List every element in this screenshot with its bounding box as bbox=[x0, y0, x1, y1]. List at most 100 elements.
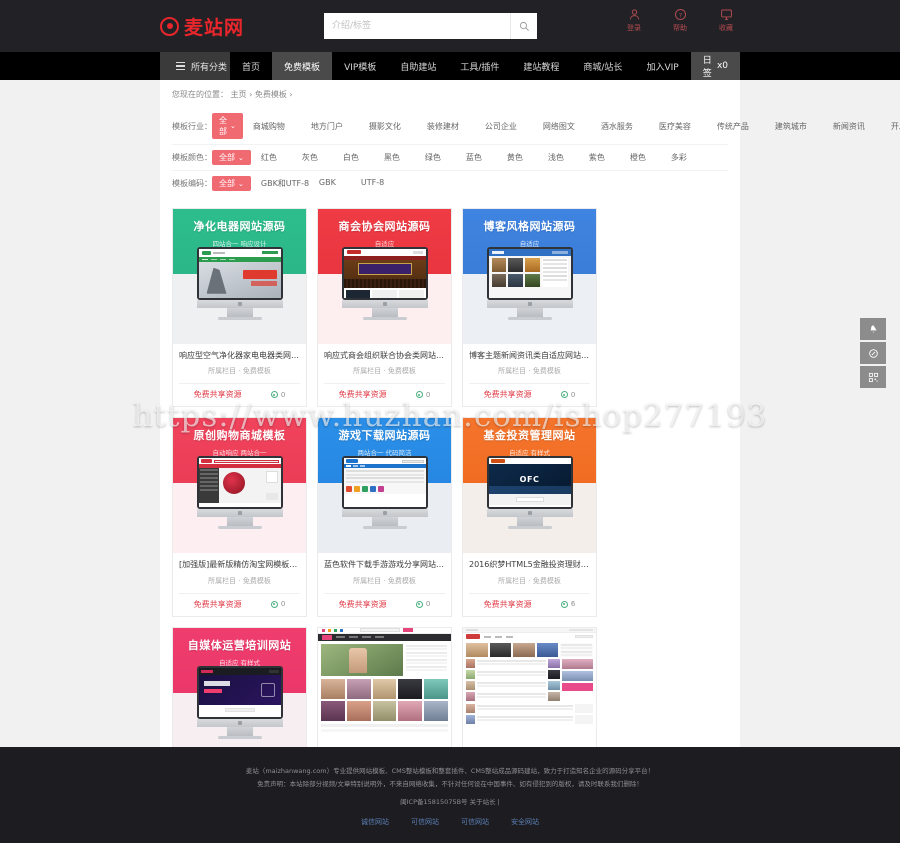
nav-item-tutorials[interactable]: 建站教程 bbox=[511, 52, 571, 80]
filter-option[interactable]: 网络图文 bbox=[543, 121, 601, 132]
search-input[interactable] bbox=[324, 13, 510, 39]
filter-option[interactable]: 商城购物 bbox=[253, 121, 311, 132]
filter-option[interactable]: 医疗美容 bbox=[659, 121, 717, 132]
site-logo[interactable]: 麦站网 bbox=[160, 13, 244, 40]
toolbar-qrcode[interactable] bbox=[860, 366, 886, 388]
header-action-collect[interactable]: 收藏 bbox=[712, 8, 740, 33]
card-title: 蓝色软件下载手游游戏分享网站织梦… bbox=[324, 560, 445, 570]
filter-option[interactable]: 摄影文化 bbox=[369, 121, 427, 132]
filter-option[interactable]: 绿色 bbox=[425, 152, 466, 163]
eye-icon bbox=[270, 600, 278, 608]
nav-item-label: 免费模板 bbox=[284, 62, 321, 73]
imac-mockup bbox=[196, 246, 283, 320]
filter-all-label: 全部 bbox=[219, 116, 227, 136]
footer-link-4[interactable]: 安全网站 bbox=[511, 817, 539, 827]
filter-option[interactable]: 黑色 bbox=[384, 152, 425, 163]
nav-daily-signin[interactable]: 今日签到 x0 bbox=[690, 43, 740, 92]
footer-link-3[interactable]: 可信网站 bbox=[461, 817, 489, 827]
filter-option[interactable]: 蓝色 bbox=[466, 152, 507, 163]
card-price: 免费共享资源 bbox=[193, 390, 242, 400]
card-thumbnail bbox=[318, 627, 451, 763]
filter-option[interactable]: 开发通用 bbox=[891, 121, 900, 132]
filter-option[interactable]: UTF-8 bbox=[361, 178, 403, 189]
card-meta: 所属栏目 · 免费模板 bbox=[208, 367, 271, 376]
filter-option[interactable]: 地方门户 bbox=[311, 121, 369, 132]
card-meta: 所属栏目 · 免费模板 bbox=[353, 367, 416, 376]
nav-item-self-build[interactable]: 自助建站 bbox=[388, 52, 448, 80]
card-thumbnail bbox=[463, 627, 596, 763]
filter-all-label: 全部 bbox=[219, 153, 235, 162]
card-banner-title: 商会协会网站源码 bbox=[338, 220, 431, 233]
filter-option[interactable]: 新闻资讯 bbox=[833, 121, 891, 132]
template-card[interactable]: 博客风格网站源码 自适应 博客主题新闻资讯类自适应网站织 所属栏目 · 免费模板… bbox=[462, 208, 597, 408]
filter-option[interactable]: 黄色 bbox=[507, 152, 548, 163]
filter-option[interactable]: 酒水服务 bbox=[601, 121, 659, 132]
template-card[interactable]: 游戏下载网站源码 两站合一 代码简洁 蓝色软件下载手游游戏分享网站织 所属栏目 … bbox=[317, 417, 452, 617]
imac-mockup bbox=[341, 246, 428, 320]
imac-mockup bbox=[486, 246, 573, 320]
template-card[interactable]: 商会协会网站源码 自适应 响应式商会组织联合协会类网站织 所属栏目 · 免费模板… bbox=[317, 208, 452, 408]
filter-option[interactable]: GBK bbox=[319, 178, 361, 189]
template-card[interactable]: 基金投资管理网站 自适应 有样式 OFC 2016织梦HTML5金融投资理财公 … bbox=[462, 417, 597, 617]
filter-option[interactable]: 公司企业 bbox=[485, 121, 543, 132]
filter-all-industry[interactable]: 全部 ⌄ bbox=[212, 113, 243, 139]
bell-icon bbox=[869, 324, 877, 332]
filter-all-encoding[interactable]: 全部 ⌄ bbox=[212, 176, 251, 191]
filter-option[interactable]: GBK和UTF-8 bbox=[261, 178, 319, 189]
search-box[interactable] bbox=[324, 13, 537, 39]
card-banner-title: 基金投资管理网站 bbox=[483, 429, 576, 443]
card-views-count: 6 bbox=[570, 600, 576, 609]
filter-option[interactable]: 传统产品 bbox=[717, 121, 775, 132]
filter-all-color[interactable]: 全部 ⌄ bbox=[212, 150, 251, 165]
filter-option[interactable]: 装修建材 bbox=[427, 121, 485, 132]
filter-option[interactable]: 红色 bbox=[261, 152, 302, 163]
filter-option[interactable]: 灰色 bbox=[302, 152, 343, 163]
card-title: 响应型空气净化器家电电器类网站织… bbox=[179, 351, 300, 360]
filter-all-label: 全部 bbox=[219, 179, 235, 188]
template-card[interactable]: 原创购物商城模板 自动响应 两站合一 [加强版]最新版精仿淘宝网模板下载… 所属… bbox=[172, 417, 307, 617]
header-action-login[interactable]: 登录 bbox=[620, 8, 648, 33]
card-thumbnail: 净化电器网站源码 四站合一 响应设计 bbox=[173, 209, 306, 344]
filter-option[interactable]: 白色 bbox=[343, 152, 384, 163]
filter-option[interactable]: 多彩 bbox=[671, 152, 712, 163]
filter-option[interactable]: 浅色 bbox=[548, 152, 589, 163]
filter-option[interactable]: 建筑城市 bbox=[775, 121, 833, 132]
filter-option[interactable]: 紫色 bbox=[589, 152, 630, 163]
search-button[interactable] bbox=[510, 13, 537, 39]
template-card[interactable]: 净化电器网站源码 四站合一 响应设计 响应型空气净化器家电电器类网站 所属栏目 … bbox=[172, 208, 307, 408]
filter-row-color: 模板颜色： 全部 ⌄ 红色 灰色 白色 黑色 绿色 蓝色 黄色 浅色 紫色 橙色… bbox=[172, 144, 728, 170]
imac-mockup bbox=[341, 456, 428, 530]
search-icon bbox=[519, 21, 529, 31]
eye-icon bbox=[270, 391, 278, 399]
card-meta: 所属栏目 · 免费模板 bbox=[208, 576, 271, 585]
card-thumbnail: 原创购物商城模板 自动响应 两站合一 bbox=[173, 418, 306, 554]
toolbar-notifications[interactable] bbox=[860, 318, 886, 340]
nav-item-home[interactable]: 首页 bbox=[230, 52, 272, 80]
eye-icon bbox=[560, 391, 568, 399]
nav-item-join-vip[interactable]: 加入VIP bbox=[634, 52, 690, 80]
card-views-count: 0 bbox=[425, 390, 431, 399]
nav-all-categories[interactable]: 所有分类 bbox=[160, 52, 231, 80]
nav-item-label: 工具/插件 bbox=[460, 62, 500, 73]
nav-item-label: 商城/站长 bbox=[583, 62, 623, 73]
breadcrumb-item-home[interactable]: 主页 bbox=[231, 90, 247, 99]
card-banner-title: 博客风格网站源码 bbox=[483, 220, 576, 233]
card-views-count: 0 bbox=[425, 600, 431, 609]
footer-icp: 闽ICP备15815075B号 关于站长 | bbox=[400, 798, 500, 806]
gear-circle-icon bbox=[160, 16, 179, 36]
nav-item-mall[interactable]: 商城/站长 bbox=[571, 52, 634, 80]
footer-link-1[interactable]: 诚信网站 bbox=[361, 817, 389, 827]
card-views: 0 bbox=[415, 600, 431, 609]
nav-item-tools-plugins[interactable]: 工具/插件 bbox=[448, 52, 511, 80]
breadcrumb-item-current[interactable]: 免费模板 bbox=[255, 90, 287, 99]
template-grid: 净化电器网站源码 四站合一 响应设计 响应型空气净化器家电电器类网站 所属栏目 … bbox=[160, 196, 740, 843]
nav-item-vip-templates[interactable]: VIP模板 bbox=[332, 52, 388, 80]
toolbar-navigate[interactable] bbox=[860, 342, 886, 364]
nav-item-free-templates[interactable]: 免费模板 bbox=[272, 52, 333, 80]
breadcrumb-prefix: 您现在的位置： bbox=[172, 90, 228, 99]
filter-option[interactable]: 橙色 bbox=[630, 152, 671, 163]
footer-link-2[interactable]: 可信网站 bbox=[411, 817, 439, 827]
header-action-help[interactable]: ? 帮助 bbox=[666, 8, 694, 33]
floating-toolbar bbox=[860, 318, 886, 388]
filter-row-encoding: 模板编码： 全部 ⌄ GBK和UTF-8 GBK UTF-8 bbox=[172, 170, 728, 196]
